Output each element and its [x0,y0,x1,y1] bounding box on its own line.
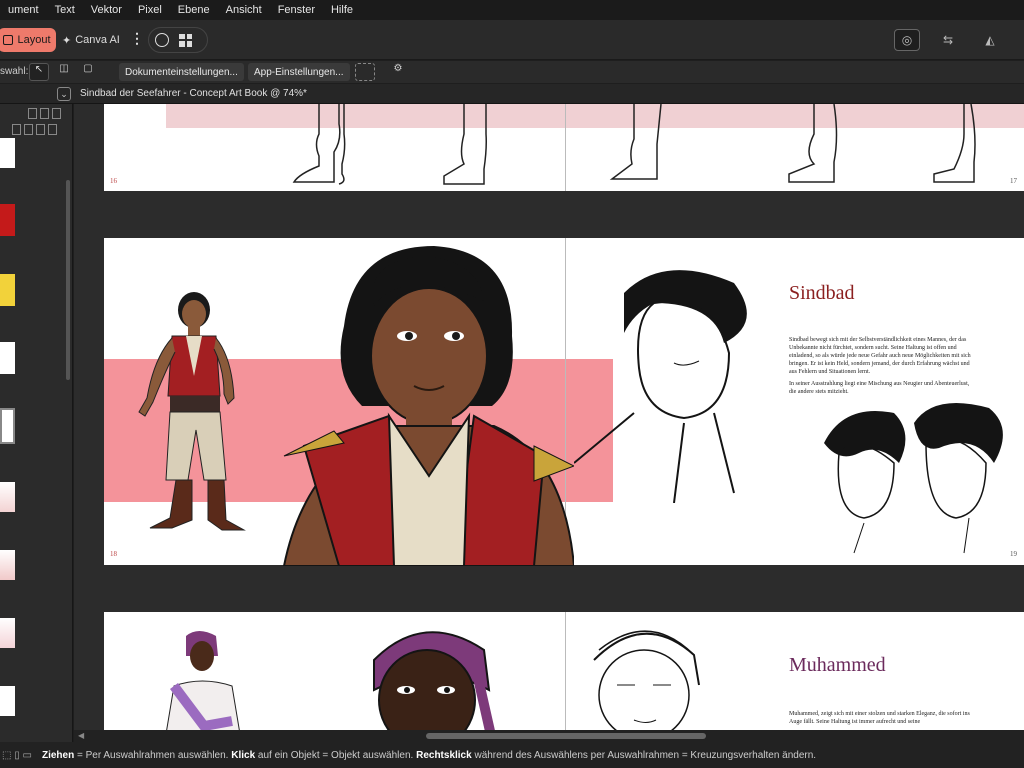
menu-window[interactable]: Fenster [270,4,323,16]
page-number-right: 17 [1010,177,1017,185]
page-number-left: 16 [110,177,117,185]
canva-ai-button[interactable]: ✦ Canva AI [58,28,124,52]
pages-panel [0,104,73,742]
page-thumbnail[interactable] [0,686,15,716]
document-tab-bar: ⌄ Sindbad der Seefahrer - Concept Art Bo… [0,84,1024,104]
page-thumbnail[interactable] [0,342,15,374]
page-number-left: 18 [110,550,117,558]
context-toolbar: swahl: ↖ ◫ ▢ Dokumenteinstellungen... Ap… [0,61,1024,83]
horizontal-scrollbar[interactable]: ◀ [74,730,1024,742]
app-settings-button[interactable]: App-Einstellungen... [248,63,350,81]
main-toolbar: Layout ✦ Canva AI ⋮ ◎ ⇆ ◭ [0,20,1024,60]
menu-text[interactable]: Text [47,4,83,16]
delete-page-icon[interactable] [52,108,61,119]
page-thumbnail[interactable] [0,408,15,444]
select-arrow-icon[interactable]: ↖ [29,63,49,81]
status-bar-icon: ⬚ ▯ ▭ [2,749,32,761]
master-page-icon[interactable] [12,124,21,135]
add-master-icon[interactable] [24,124,33,135]
duplicate-master-icon[interactable] [36,124,45,135]
delete-master-icon[interactable] [48,124,57,135]
page-thumbnail[interactable] [0,618,15,648]
sparkle-icon: ✦ [62,34,72,47]
grid-icon[interactable] [179,33,192,47]
section-paragraph-1[interactable]: Muhammed, zeigt sich mit einer stolzen u… [789,710,974,726]
layout-label: Layout [17,34,51,46]
view-mode-group [148,27,208,53]
duplicate-page-icon[interactable] [40,108,49,119]
shape-select-icon[interactable]: ◫ [54,63,74,81]
document-settings-button[interactable]: Dokumenteinstellungen... [119,63,244,81]
page-spine [565,612,566,730]
scroll-thumb[interactable] [426,733,706,739]
spread-16-17[interactable]: 16 17 [104,104,1024,191]
document-tab[interactable]: Sindbad der Seefahrer - Concept Art Book… [80,88,307,99]
sindbad-expression-sketches [824,403,1003,554]
menu-help[interactable]: Hilfe [323,4,361,16]
menu-document[interactable]: ument [0,4,47,16]
menu-view[interactable]: Ansicht [218,4,270,16]
section-heading[interactable]: Muhammed [789,654,886,677]
selection-label: swahl: [0,66,29,77]
status-bar: ⬚ ▯ ▭ Ziehen = Per Auswahlrahmen auswähl… [0,742,1024,768]
sindbad-sketch-illustration [574,270,747,503]
section-paragraph-1[interactable]: Sindbad bewegt sich mit der Selbstverstä… [789,336,974,376]
page-thumbnail[interactable] [0,550,15,580]
master-actions-row [12,124,57,136]
add-page-icon[interactable] [28,108,37,119]
page-actions-row [28,108,61,120]
menu-bar: ument Text Vektor Pixel Ebene Ansicht Fe… [0,0,1024,20]
document-canvas[interactable]: 16 17 Sindbad Sindbad bewegt sich mit de… [74,104,1024,730]
page-thumbnail[interactable] [0,274,15,306]
text-frame-icon[interactable] [155,33,169,47]
chevron-down-icon[interactable]: ⌄ [57,87,71,101]
panel-scrollbar[interactable] [66,180,70,380]
spread-18-19[interactable]: Sindbad Sindbad bewegt sich mit der Selb… [104,238,1024,566]
layout-icon [3,35,14,45]
grid-dots-icon[interactable] [355,63,375,81]
page-thumbnail[interactable] [0,138,15,168]
link-frames-icon[interactable]: ⇆ [935,29,961,51]
section-paragraph-2[interactable]: In seiner Ausstrahlung liegt eine Mischu… [789,380,974,396]
spread-20-21[interactable]: Muhammed Muhammed, zeigt sich mit einer … [104,612,1024,730]
copy-select-icon[interactable]: ▢ [78,63,98,81]
menu-pixel[interactable]: Pixel [130,4,170,16]
character-legs-illustration [292,104,976,185]
more-options-icon[interactable]: ⋮ [130,30,144,47]
status-hint: Ziehen = Per Auswahlrahmen auswählen. Kl… [41,749,817,761]
menu-layer[interactable]: Ebene [170,4,218,16]
sindbad-portrait-illustration [282,246,574,566]
page-number-right: 19 [1010,550,1017,558]
gear-icon[interactable]: ⚙ [388,63,408,81]
page-thumbnail[interactable] [0,204,15,236]
menu-vector[interactable]: Vektor [83,4,130,16]
section-heading[interactable]: Sindbad [789,282,855,305]
preview-mode-icon[interactable]: ◎ [894,29,920,51]
page-thumbnail[interactable] [0,482,15,512]
canva-ai-label: Canva AI [75,34,120,46]
sindbad-full-body-illustration [138,292,246,531]
muhammed-sketch-illustration [593,630,700,730]
flip-icon[interactable]: ◭ [977,29,1003,51]
muhammed-portrait-illustration [373,631,495,730]
muhammed-full-body-illustration [166,631,240,730]
layout-persona-button[interactable]: Layout [0,28,56,52]
scroll-left-icon[interactable]: ◀ [78,731,84,740]
